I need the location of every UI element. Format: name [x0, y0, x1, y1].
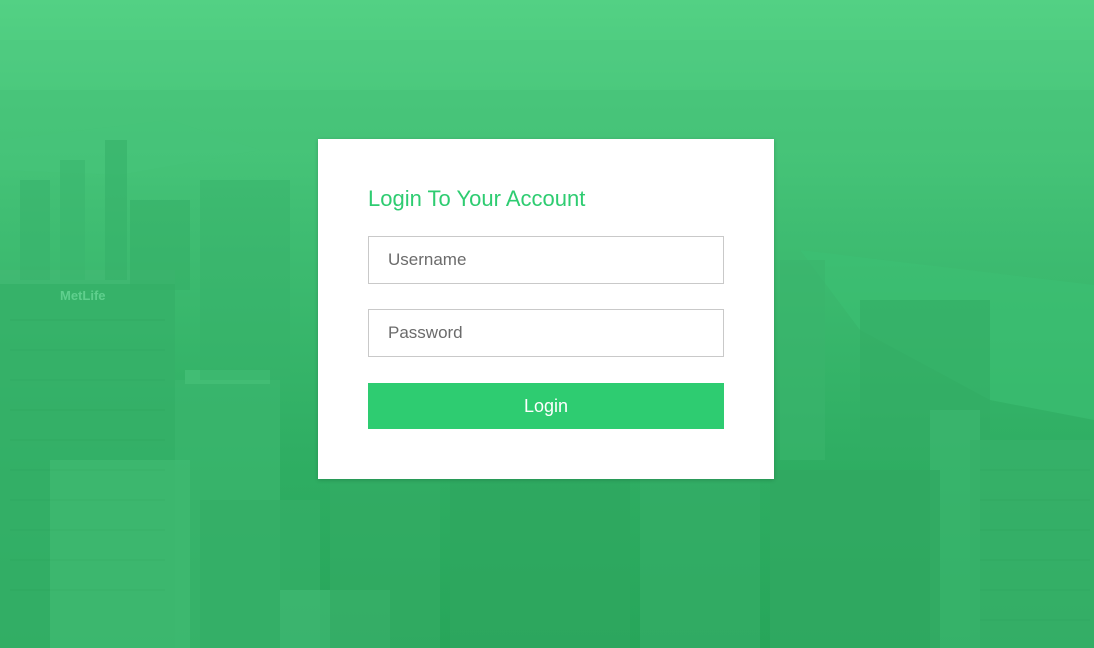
login-page: MetLife Login To Your Account Username L… — [0, 0, 1094, 648]
login-button[interactable]: Login — [368, 383, 724, 429]
password-input[interactable] — [368, 309, 724, 357]
login-title: Login To Your Account — [368, 186, 586, 211]
username-input[interactable] — [368, 236, 724, 284]
login-card: Login To Your Account Login — [318, 139, 774, 479]
metlife-sign: MetLife — [60, 288, 106, 303]
